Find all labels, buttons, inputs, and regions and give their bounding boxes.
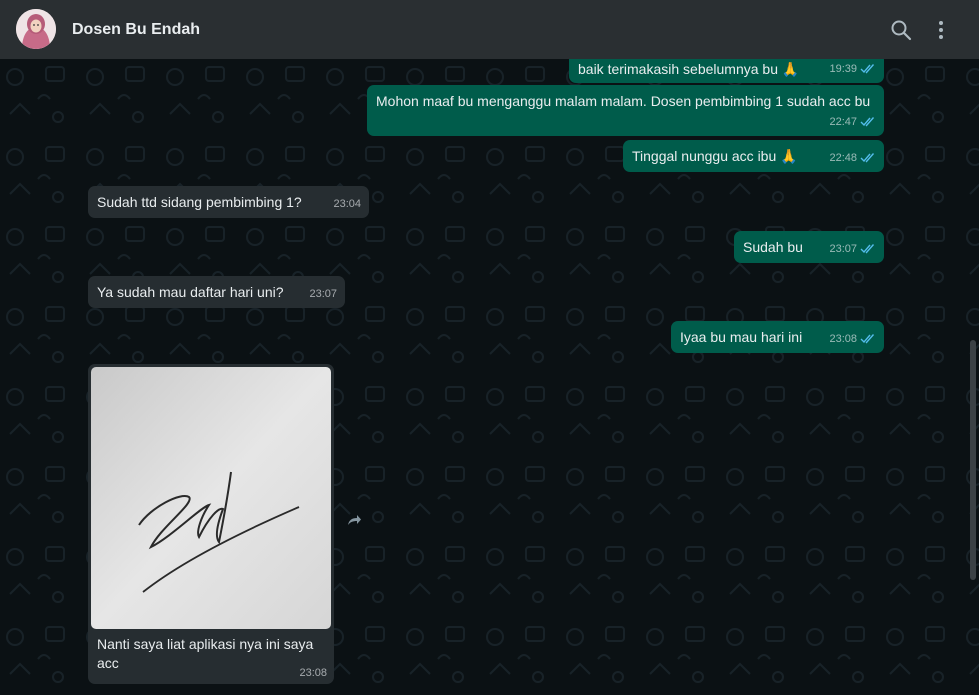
message-text: Tinggal nunggu acc ibu 🙏 — [632, 148, 798, 164]
search-icon[interactable] — [889, 18, 913, 42]
message-text: Sudah bu — [743, 239, 803, 255]
read-ticks-icon — [860, 64, 875, 74]
image-caption: Nanti saya liat aplikasi nya ini saya ac… — [97, 636, 314, 671]
signature-photo[interactable] — [91, 367, 331, 629]
message-time: 23:07 — [309, 288, 337, 300]
message-time: 23:07 — [829, 240, 876, 259]
scrollbar[interactable] — [970, 340, 976, 580]
read-ticks-icon — [860, 153, 875, 163]
message-time: 23:08 — [299, 667, 327, 679]
avatar[interactable] — [16, 9, 56, 49]
read-ticks-icon — [860, 244, 875, 254]
message-text: Mohon maaf bu menganggu malam malam. Dos… — [376, 93, 871, 109]
message-bubble[interactable]: Ya sudah mau daftar hari uni? 23:07 — [88, 276, 345, 308]
message-time: 23:04 — [333, 198, 361, 210]
message-bubble[interactable]: Mohon maaf bu menganggu malam malam. Dos… — [367, 85, 884, 136]
forward-icon[interactable] — [340, 507, 366, 533]
message-time: 22:47 — [829, 113, 876, 132]
message-bubble[interactable]: baik terimakasih sebelumnya bu 🙏 19:39 — [569, 59, 884, 83]
message-bubble[interactable]: Tinggal nunggu acc ibu 🙏 22:48 — [623, 140, 884, 172]
message-time: 19:39 — [829, 60, 876, 79]
chat-header: Dosen Bu Endah — [0, 0, 979, 59]
read-ticks-icon — [860, 117, 875, 127]
message-time: 22:48 — [829, 149, 876, 168]
menu-icon[interactable] — [929, 18, 953, 42]
message-time: 23:08 — [829, 330, 876, 349]
message-text: baik terimakasih sebelumnya bu 🙏 — [578, 61, 800, 77]
contact-name[interactable]: Dosen Bu Endah — [72, 21, 200, 39]
chat-area[interactable]: baik terimakasih sebelumnya bu 🙏 19:39 M… — [0, 59, 979, 695]
message-text: Ya sudah mau daftar hari uni? — [97, 284, 284, 300]
message-bubble[interactable]: Sudah ttd sidang pembimbing 1? 23:04 — [88, 186, 369, 218]
message-bubble[interactable]: Iyaa bu mau hari ini 23:08 — [671, 321, 884, 353]
message-text: Iyaa bu mau hari ini — [680, 329, 803, 345]
message-bubble[interactable]: Sudah bu 23:07 — [734, 231, 884, 263]
image-message-bubble[interactable]: Nanti saya liat aplikasi nya ini saya ac… — [88, 364, 334, 684]
read-ticks-icon — [860, 334, 875, 344]
message-text: Sudah ttd sidang pembimbing 1? — [97, 194, 302, 210]
